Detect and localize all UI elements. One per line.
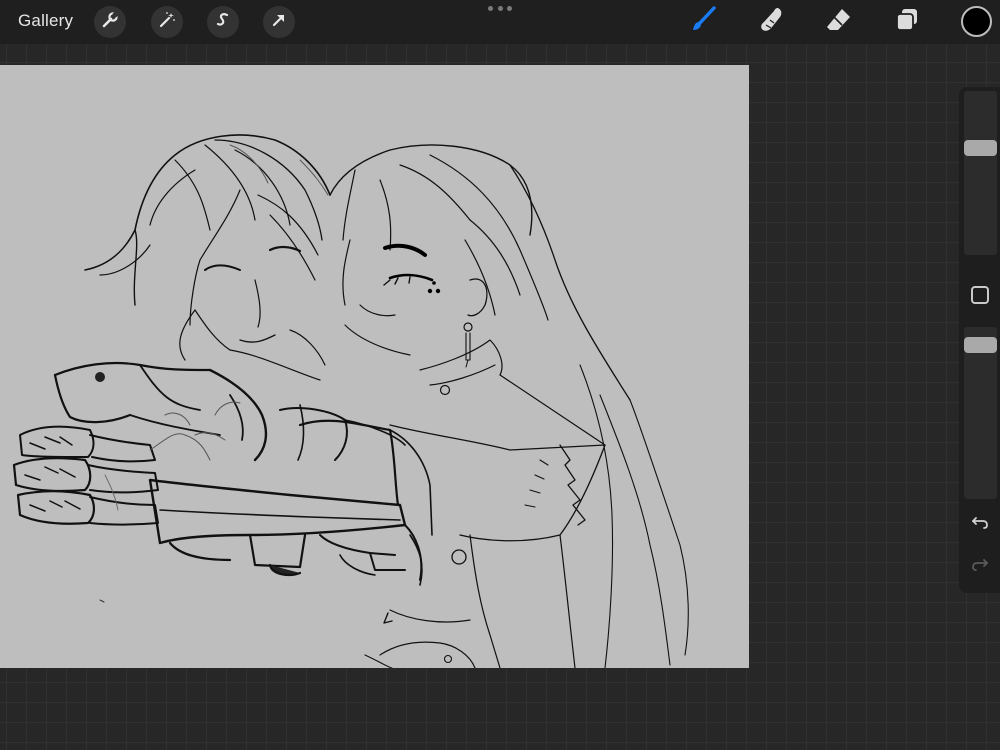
eraser-icon xyxy=(824,5,854,40)
smudge-finger-icon xyxy=(756,5,786,40)
procreate-app: Gallery xyxy=(0,0,1000,750)
layers-button[interactable] xyxy=(890,5,924,39)
transform-button[interactable] xyxy=(263,6,295,38)
adjustments-button[interactable] xyxy=(151,6,183,38)
brush-tool-button[interactable] xyxy=(686,5,720,39)
eraser-tool-button[interactable] xyxy=(822,5,856,39)
color-picker-button[interactable] xyxy=(961,6,992,37)
brush-icon xyxy=(688,5,718,40)
redo-arrow-icon xyxy=(970,554,990,579)
redo-button[interactable] xyxy=(967,553,993,579)
layers-icon xyxy=(892,5,922,40)
selection-s-icon xyxy=(214,11,232,34)
arrow-cursor-icon xyxy=(270,11,288,34)
brush-sidebar xyxy=(959,87,1000,593)
wrench-icon xyxy=(101,10,119,34)
smudge-tool-button[interactable] xyxy=(754,5,788,39)
more-dots-handle[interactable] xyxy=(488,6,512,12)
undo-button[interactable] xyxy=(967,511,993,537)
brush-size-thumb[interactable] xyxy=(964,140,997,156)
square-modifier-icon[interactable] xyxy=(971,286,989,304)
sketch-artwork xyxy=(12,134,689,668)
gallery-button[interactable]: Gallery xyxy=(18,11,73,31)
undo-arrow-icon xyxy=(970,512,990,537)
magic-wand-icon xyxy=(158,11,176,34)
selection-button[interactable] xyxy=(207,6,239,38)
drawing-canvas[interactable] xyxy=(0,65,749,668)
brush-opacity-thumb[interactable] xyxy=(964,337,997,353)
brush-opacity-slider[interactable] xyxy=(964,327,997,499)
actions-button[interactable] xyxy=(94,6,126,38)
brush-size-slider[interactable] xyxy=(964,91,997,255)
top-toolbar: Gallery xyxy=(0,0,1000,44)
